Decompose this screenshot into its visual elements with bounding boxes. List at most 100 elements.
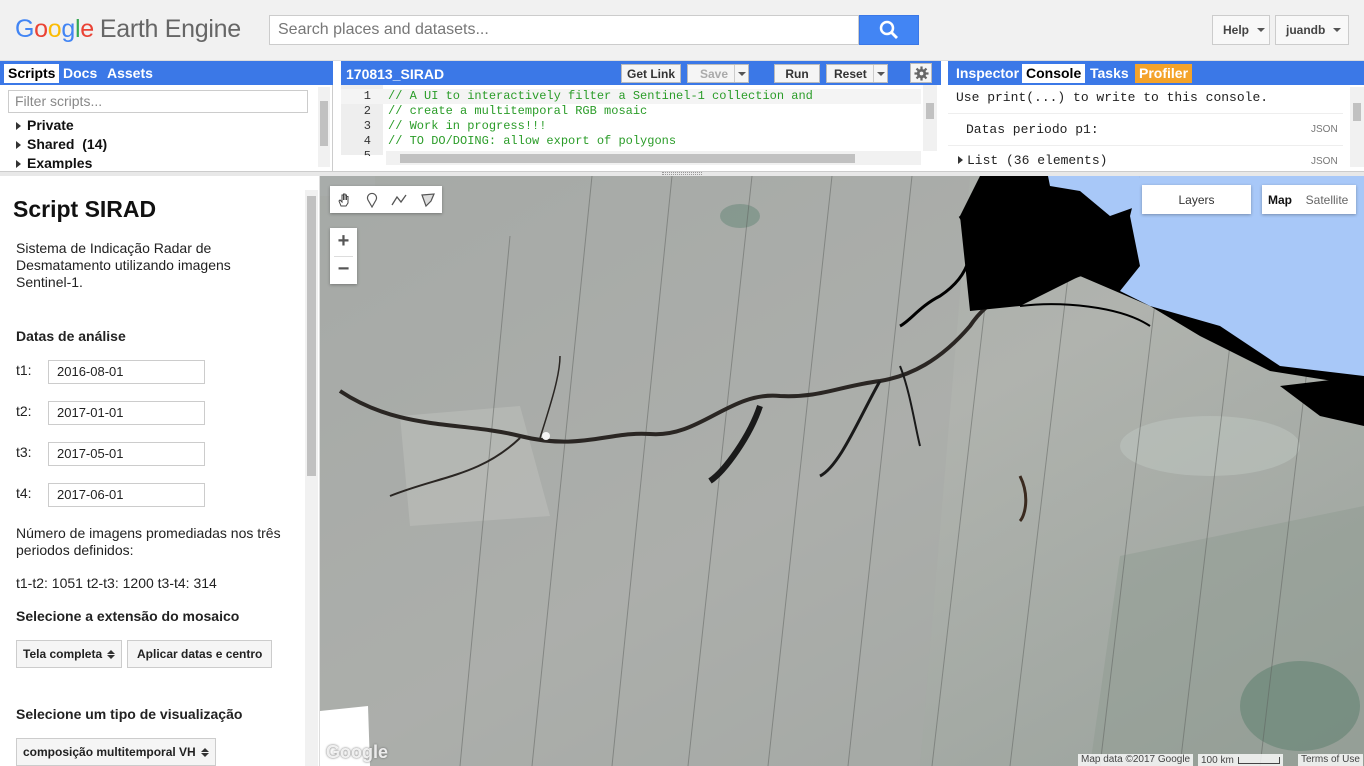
right-panel-tabs: Inspector Console Tasks Profiler: [948, 61, 1364, 85]
filter-scripts-input[interactable]: Filter scripts...: [8, 90, 308, 113]
map-type-satellite-button[interactable]: Satellite: [1298, 185, 1356, 214]
date-label: t3:: [16, 444, 32, 460]
scrollbar-thumb[interactable]: [320, 101, 328, 146]
run-button[interactable]: Run: [774, 64, 820, 83]
polyline-icon[interactable]: [391, 192, 407, 208]
layers-button[interactable]: Layers: [1142, 185, 1251, 214]
logo-letter: G: [15, 15, 35, 43]
select-arrows-icon: [107, 649, 116, 659]
reset-button[interactable]: Reset: [826, 64, 888, 83]
hand-icon[interactable]: [336, 192, 352, 208]
polygon-icon[interactable]: [420, 192, 436, 208]
save-label: Save: [700, 66, 729, 81]
chevron-right-icon: [16, 122, 21, 130]
scrollbar-thumb[interactable]: [307, 196, 316, 476]
left-panel-tabs: Scripts Docs Assets: [0, 61, 333, 85]
code-editor[interactable]: 1 2 3 4 5 // A UI to interactively filte…: [341, 85, 941, 171]
code-line: // Work in progress!!!: [388, 119, 547, 133]
logo-letter: e: [80, 15, 94, 43]
chevron-right-icon: [16, 141, 21, 149]
editor-vscrollbar[interactable]: [923, 85, 937, 151]
date-input-t3[interactable]: 2017-05-01: [48, 442, 205, 466]
scrollbar-thumb[interactable]: [926, 103, 934, 119]
user-label: juandb: [1286, 23, 1326, 37]
scrollbar-thumb[interactable]: [400, 154, 855, 163]
logo-letter: o: [34, 15, 48, 43]
select-arrows-icon: [200, 747, 209, 757]
zoom-in-button[interactable]: +: [330, 228, 357, 256]
user-menu-button[interactable]: juandb: [1275, 15, 1349, 45]
scale-bar-line: [1237, 756, 1280, 764]
sidebar-scrollbar[interactable]: [305, 190, 318, 766]
tab-inspector[interactable]: Inspector: [952, 64, 1023, 83]
help-button[interactable]: Help: [1212, 15, 1270, 45]
console-scrollbar[interactable]: [1350, 87, 1364, 167]
line-number: 3: [363, 119, 371, 133]
image-count-text: Número de imagens promediadas nos três p…: [16, 525, 281, 558]
save-dropdown[interactable]: [734, 65, 748, 82]
tab-docs[interactable]: Docs: [59, 64, 101, 83]
code-line: // A UI to interactively filter a Sentin…: [388, 89, 813, 103]
grip-icon: [662, 172, 702, 175]
logo-letter: o: [47, 15, 62, 43]
divider: [948, 145, 1343, 146]
logo-letter: g: [61, 15, 75, 43]
zoom-out-button[interactable]: −: [330, 256, 357, 284]
tab-tasks[interactable]: Tasks: [1086, 64, 1133, 83]
reset-dropdown[interactable]: [873, 65, 887, 82]
scrollbar-thumb[interactable]: [1353, 103, 1361, 121]
map-type-map-button[interactable]: Map: [1262, 185, 1298, 214]
tree-item-shared[interactable]: Shared (14): [16, 136, 107, 152]
json-button[interactable]: JSON: [1311, 156, 1338, 168]
save-button[interactable]: Save: [687, 64, 749, 83]
reset-label: Reset: [834, 66, 867, 81]
apply-dates-button[interactable]: Aplicar datas e centro: [127, 640, 273, 668]
terms-link[interactable]: Terms of Use: [1298, 754, 1363, 766]
code-line: // TO DO/DOING: allow export of polygons: [388, 134, 677, 148]
date-input-t2[interactable]: 2017-01-01: [48, 401, 205, 425]
visualization-select[interactable]: composição multitemporal VH: [16, 738, 216, 766]
map-type-control: Map Satellite: [1262, 185, 1356, 214]
drawing-toolbar: [330, 186, 442, 213]
logo-suffix: Earth Engine: [99, 15, 241, 43]
tab-profiler[interactable]: Profiler: [1135, 64, 1193, 83]
search-icon: [879, 20, 898, 39]
tab-scripts[interactable]: Scripts: [4, 64, 60, 83]
line-number: 4: [363, 134, 371, 148]
scripts-scrollbar[interactable]: [318, 87, 330, 167]
search-input[interactable]: Search places and datasets...: [269, 15, 859, 45]
tab-assets[interactable]: Assets: [103, 64, 157, 83]
marker-icon[interactable]: [365, 192, 379, 208]
editor-hscrollbar[interactable]: [386, 151, 921, 165]
console-entry-expandable[interactable]: List (36 elements): [958, 153, 1107, 168]
settings-button[interactable]: [910, 63, 932, 83]
date-input-t1[interactable]: 2016-08-01: [48, 360, 205, 384]
tab-console[interactable]: Console: [1022, 64, 1086, 83]
tree-item-label: Examples: [27, 155, 93, 169]
code-line: // create a multitemporal RGB mosaic: [388, 104, 648, 118]
search-button[interactable]: [859, 15, 919, 45]
gear-icon: [913, 65, 929, 81]
line-number: 1: [363, 89, 371, 103]
tree-item-label: Private: [27, 117, 74, 133]
divider: [948, 113, 1343, 114]
chevron-right-icon: [958, 156, 963, 164]
visualization-heading: Selecione um tipo de visualização: [16, 706, 243, 722]
tree-item-examples[interactable]: Examples: [16, 155, 92, 169]
console-panel: Use print(...) to write to this console.…: [948, 85, 1364, 171]
map-data-attribution: Map data ©2017 Google: [1078, 754, 1194, 766]
google-watermark: Google: [326, 742, 388, 762]
extent-select[interactable]: Tela completa: [16, 640, 123, 668]
chevron-down-icon: [1257, 28, 1266, 32]
get-link-button[interactable]: Get Link: [621, 64, 681, 83]
line-number: 5: [363, 149, 371, 156]
scale-bar[interactable]: 100 km: [1198, 754, 1283, 766]
date-label: t1:: [16, 362, 32, 378]
json-button[interactable]: JSON: [1311, 124, 1338, 135]
top-bar: Google Earth Engine Search places and dat…: [0, 0, 1364, 61]
map-canvas[interactable]: + − Layers Map Satellite Google: [320, 176, 1364, 766]
earth-engine-logo[interactable]: Google Earth Engine: [15, 15, 241, 44]
tree-item-private[interactable]: Private: [16, 117, 74, 133]
app-sidebar: Script SIRAD Sistema de Indicação Radar …: [0, 176, 320, 766]
date-input-t4[interactable]: 2017-06-01: [48, 483, 205, 507]
